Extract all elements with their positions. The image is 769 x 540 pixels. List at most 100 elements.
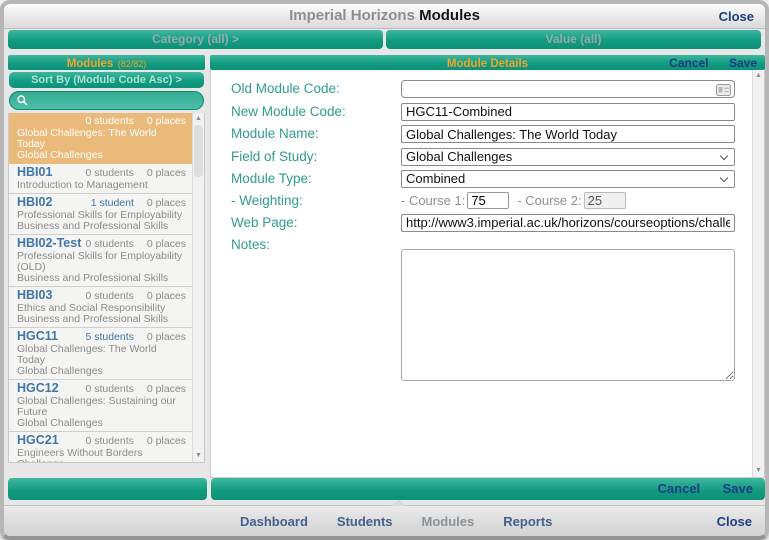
- scroll-down-icon[interactable]: ▼: [753, 466, 764, 476]
- module-list-item[interactable]: HGC115 students0 placesGlobal Challenges…: [9, 328, 192, 380]
- modules-bottom-bar: [8, 478, 207, 500]
- scrollbar-thumb[interactable]: [194, 125, 203, 177]
- module-list-container: 0 students0 placesGlobal Challenges: The…: [8, 113, 205, 463]
- module-name: Engineers Without Borders Challenge: [17, 448, 186, 462]
- module-row: HBI021 student0 places: [17, 196, 186, 210]
- course2-label: - Course 2:: [517, 193, 581, 208]
- module-list-item[interactable]: HBI030 students0 placesEthics and Social…: [9, 287, 192, 328]
- save-button[interactable]: Save: [729, 56, 757, 70]
- module-category: Global Challenges: [17, 418, 186, 429]
- module-category: Global Challenges: [17, 366, 186, 377]
- module-row: HBI02-Test0 students0 places: [17, 237, 186, 251]
- chevron-down-icon: [720, 173, 728, 181]
- category-filter-button[interactable]: Category (all) >: [8, 30, 383, 49]
- module-list-item[interactable]: HBI010 students0 placesIntroduction to M…: [9, 164, 192, 194]
- old-module-code-label: Old Module Code:: [231, 80, 401, 98]
- module-row: HGC115 students0 places: [17, 330, 186, 344]
- module-category: Business and Professional Skills: [17, 314, 186, 325]
- module-name: Global Challenges: The World Today: [17, 128, 186, 150]
- app-name: Imperial Horizons: [289, 7, 415, 24]
- title-bar: Imperial Horizons Modules Close: [4, 4, 765, 29]
- module-type-select[interactable]: Combined: [401, 170, 735, 188]
- module-code: HBI01: [17, 166, 85, 179]
- module-type-value: Combined: [406, 171, 465, 186]
- field-of-study-select[interactable]: Global Challenges: [401, 148, 735, 166]
- web-page-label: Web Page:: [231, 214, 401, 232]
- module-name-input[interactable]: [401, 125, 735, 143]
- module-places-count: 0 places: [147, 435, 186, 448]
- module-search-box[interactable]: [9, 91, 204, 110]
- sort-by-button[interactable]: Sort By (Module Code Asc) >: [9, 72, 204, 88]
- nav-students[interactable]: Students: [337, 514, 393, 529]
- save-button-bottom[interactable]: Save: [723, 481, 753, 496]
- old-module-code-input[interactable]: [401, 80, 735, 98]
- close-button[interactable]: Close: [719, 9, 754, 24]
- field-of-study-label: Field of Study:: [231, 148, 401, 166]
- module-list-scrollbar[interactable]: ▲ ▼: [192, 113, 204, 462]
- module-places-count: 0 places: [147, 167, 186, 180]
- module-form: Old Module Code:: [211, 70, 751, 477]
- scroll-up-icon[interactable]: ▲: [193, 114, 204, 124]
- course2-weight-input[interactable]: [584, 192, 626, 209]
- module-name: Global Challenges: Sustaining our Future: [17, 396, 186, 418]
- module-name: Professional Skills for Employability (O…: [17, 251, 186, 273]
- details-form-area: Old Module Code:: [210, 70, 765, 478]
- app-window: Imperial Horizons Modules Close Category…: [0, 0, 769, 540]
- web-page-input[interactable]: [401, 214, 735, 232]
- details-bottom-bar: Cancel Save: [211, 478, 765, 500]
- code-picker-icon[interactable]: [716, 83, 731, 101]
- footer-nav: Dashboard Students Modules Reports: [240, 514, 552, 529]
- details-scrollbar[interactable]: ▲ ▼: [752, 70, 764, 477]
- notes-textarea[interactable]: [401, 249, 735, 381]
- modules-panel-header: Modules (82/82): [8, 55, 205, 70]
- module-list: 0 students0 placesGlobal Challenges: The…: [9, 113, 192, 462]
- nav-dashboard[interactable]: Dashboard: [240, 514, 308, 529]
- module-category: Global Challenges: [17, 150, 186, 161]
- page-name: Modules: [419, 7, 480, 24]
- course1-label: - Course 1:: [401, 193, 465, 208]
- details-header-label: Module Details: [447, 58, 528, 70]
- module-row: HGC120 students0 places: [17, 382, 186, 396]
- field-of-study-value: Global Challenges: [406, 149, 512, 164]
- module-code: HBI02-Test: [17, 237, 85, 250]
- details-panel-header: Module Details Cancel Save: [210, 55, 765, 70]
- weighting-label: - Weighting:: [231, 192, 401, 210]
- module-code: HGC11: [17, 330, 85, 343]
- cancel-button[interactable]: Cancel: [669, 56, 708, 70]
- new-module-code-input[interactable]: [401, 103, 735, 121]
- module-name: Introduction to Management: [17, 180, 186, 191]
- page-title: Imperial Horizons Modules: [4, 7, 765, 24]
- module-row: HBI010 students0 places: [17, 166, 186, 180]
- module-list-item[interactable]: HGC210 students0 placesEngineers Without…: [9, 432, 192, 462]
- module-list-item[interactable]: 0 students0 placesGlobal Challenges: The…: [9, 113, 192, 164]
- module-code: HBI03: [17, 289, 85, 302]
- scroll-up-icon[interactable]: ▲: [753, 71, 764, 81]
- modules-panel: Modules (82/82) Sort By (Module Code Asc…: [8, 55, 205, 463]
- module-category: Business and Professional Skills: [17, 221, 186, 232]
- course1-weight-input[interactable]: [467, 192, 509, 209]
- module-type-label: Module Type:: [231, 170, 401, 188]
- footer-bar: Dashboard Students Modules Reports Close: [4, 505, 765, 536]
- module-list-item[interactable]: HBI02-Test0 students0 placesProfessional…: [9, 235, 192, 287]
- modules-count-badge: (82/82): [118, 59, 147, 69]
- module-row: HGC210 students0 places: [17, 434, 186, 448]
- module-details-panel: Module Details Cancel Save Old Module Co…: [210, 55, 765, 478]
- module-category: Business and Professional Skills: [17, 273, 186, 284]
- active-tab-pointer-icon: [391, 500, 407, 506]
- nav-reports[interactable]: Reports: [503, 514, 552, 529]
- footer-close-button[interactable]: Close: [717, 514, 752, 529]
- cancel-button-bottom[interactable]: Cancel: [658, 481, 701, 496]
- module-name: Global Challenges: The World Today: [17, 344, 186, 366]
- modules-header-label: Modules: [67, 58, 114, 70]
- nav-modules[interactable]: Modules: [422, 514, 475, 529]
- search-input[interactable]: [33, 93, 197, 108]
- scroll-down-icon[interactable]: ▼: [193, 451, 204, 461]
- module-code: HGC21: [17, 434, 85, 447]
- notes-label: Notes:: [231, 236, 401, 254]
- module-code: HBI02: [17, 196, 91, 209]
- new-module-code-label: New Module Code:: [231, 103, 401, 121]
- module-list-item[interactable]: HGC120 students0 placesGlobal Challenges…: [9, 380, 192, 432]
- search-icon: [16, 94, 29, 107]
- value-filter-button[interactable]: Value (all): [386, 30, 761, 49]
- module-list-item[interactable]: HBI021 student0 placesProfessional Skill…: [9, 194, 192, 235]
